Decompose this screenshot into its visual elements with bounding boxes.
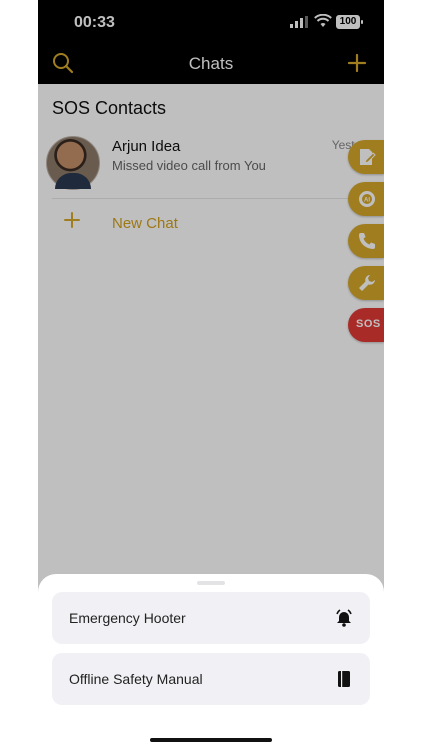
- alarm-bell-icon: [336, 609, 352, 627]
- emergency-hooter-option[interactable]: Emergency Hooter: [52, 592, 370, 644]
- option-label: Offline Safety Manual: [69, 671, 203, 687]
- offline-safety-manual-option[interactable]: Offline Safety Manual: [52, 653, 370, 705]
- option-label: Emergency Hooter: [69, 610, 186, 626]
- sheet-grabber[interactable]: [197, 581, 225, 585]
- bottom-sheet: Emergency Hooter Offline Safety Manual: [38, 574, 384, 750]
- app-screen: 00:33 100 Chats SOS Contacts Arjun Idea …: [38, 0, 384, 750]
- home-indicator: [150, 738, 272, 742]
- book-icon: [338, 671, 350, 687]
